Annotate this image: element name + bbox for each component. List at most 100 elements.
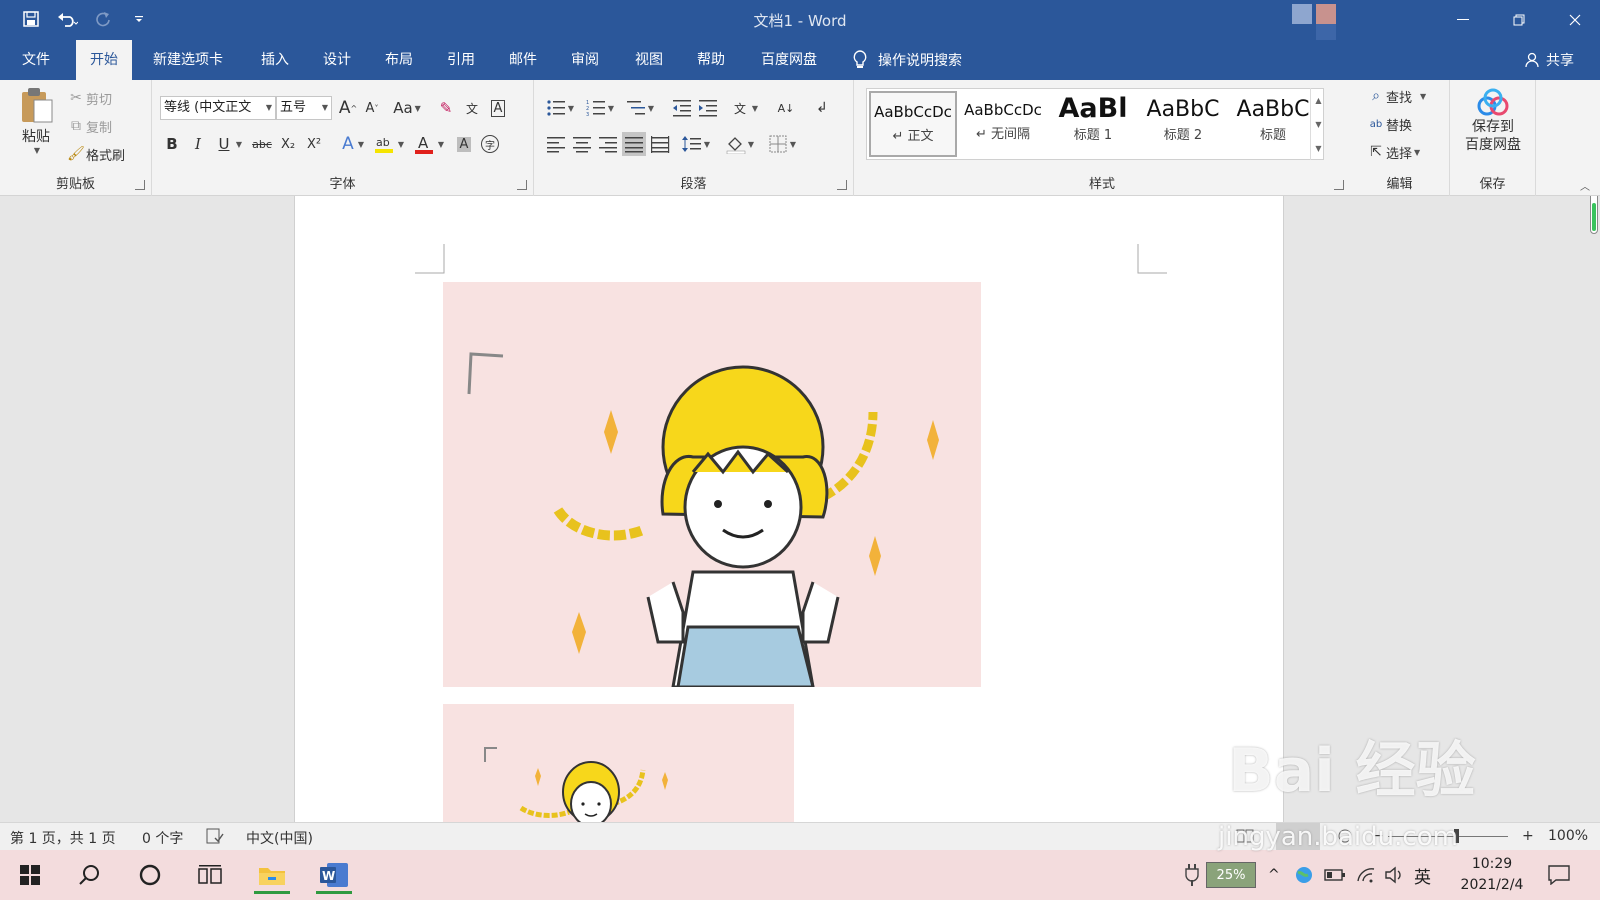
tab-baidu-netdisk[interactable]: 百度网盘: [747, 40, 831, 80]
windows-start-icon[interactable]: [8, 856, 52, 894]
chevron-down-icon[interactable]: ▼: [394, 132, 406, 156]
tab-home[interactable]: 开始: [76, 40, 132, 80]
phonetic-guide-icon[interactable]: 文: [460, 96, 484, 120]
file-explorer-icon[interactable]: [250, 856, 294, 894]
inserted-picture-small[interactable]: [443, 704, 794, 822]
align-left-icon[interactable]: [544, 132, 568, 156]
ime-indicator[interactable]: 英: [1414, 850, 1431, 900]
style-heading-1[interactable]: AaBl 标题 1: [1049, 91, 1137, 157]
chevron-down-icon[interactable]: ▼: [1315, 120, 1321, 129]
save-to-netdisk-button[interactable]: 保存到 百度网盘: [1458, 88, 1528, 154]
gallery-more-icon[interactable]: ▼: [1315, 144, 1321, 153]
character-shading-icon[interactable]: A: [452, 132, 476, 156]
change-case-button[interactable]: Aa ▼: [390, 96, 424, 120]
grow-font-button[interactable]: A ^: [336, 96, 360, 120]
bold-button[interactable]: B: [160, 132, 184, 156]
notifications-icon[interactable]: [1548, 850, 1570, 900]
chevron-down-icon[interactable]: ▼: [748, 96, 760, 120]
battery-indicator[interactable]: 25%: [1206, 862, 1256, 888]
inserted-picture[interactable]: [443, 282, 981, 687]
chevron-down-icon[interactable]: ▼: [564, 96, 576, 120]
language-indicator[interactable]: 中文(中国): [246, 828, 313, 848]
tab-help[interactable]: 帮助: [683, 40, 739, 80]
wifi-icon[interactable]: [1356, 850, 1376, 900]
align-right-icon[interactable]: [596, 132, 620, 156]
tab-view[interactable]: 视图: [621, 40, 677, 80]
superscript-button[interactable]: X²: [302, 132, 326, 156]
sort-icon[interactable]: A↓: [774, 96, 798, 120]
tab-layout[interactable]: 布局: [371, 40, 427, 80]
font-name-combo[interactable]: 等线 (中文正文 ▼: [160, 96, 276, 120]
format-painter-button[interactable]: 🖌 格式刷: [66, 144, 125, 164]
tab-references[interactable]: 引用: [433, 40, 489, 80]
style-normal[interactable]: AaBbCcDc ↵ 正文: [869, 91, 957, 157]
style-title[interactable]: AaBbC 标题: [1229, 91, 1317, 157]
style-heading-2[interactable]: AaBbC 标题 2: [1139, 91, 1227, 157]
word-count[interactable]: 0 个字: [142, 828, 183, 848]
increase-indent-icon[interactable]: [696, 96, 720, 120]
word-app-icon[interactable]: W: [312, 856, 356, 894]
decrease-indent-icon[interactable]: [670, 96, 694, 120]
clear-formatting-icon[interactable]: ✎: [434, 96, 458, 120]
tab-review[interactable]: 审阅: [557, 40, 613, 80]
copy-button[interactable]: ⧉ 复制: [66, 116, 112, 136]
proofing-icon[interactable]: [206, 828, 224, 848]
dialog-launcher-icon[interactable]: [517, 180, 527, 190]
chevron-down-icon[interactable]: ▼: [786, 132, 798, 156]
enclose-characters-icon[interactable]: 字: [478, 132, 502, 156]
task-view-icon[interactable]: [188, 856, 232, 894]
minimize-icon[interactable]: [1448, 6, 1478, 34]
select-button[interactable]: ⇱ 选择 ▼: [1366, 142, 1420, 162]
system-clock[interactable]: 10:29 2021/2/4: [1452, 854, 1532, 896]
font-size-combo[interactable]: 五号 ▼: [276, 96, 332, 120]
chevron-down-icon[interactable]: ▼: [700, 132, 712, 156]
tab-insert[interactable]: 插入: [247, 40, 303, 80]
cortana-icon[interactable]: [128, 856, 172, 894]
chevron-down-icon[interactable]: ▼: [744, 132, 756, 156]
chevron-down-icon[interactable]: ▼: [644, 96, 656, 120]
shrink-font-button[interactable]: A ˅: [360, 96, 384, 120]
restore-icon[interactable]: [1504, 6, 1534, 34]
paste-button[interactable]: 粘贴 ▼: [16, 86, 56, 155]
zoom-level[interactable]: 100%: [1548, 828, 1588, 844]
show-marks-icon[interactable]: ↲: [810, 96, 834, 120]
chevron-down-icon[interactable]: ▼: [232, 132, 244, 156]
chevron-down-icon[interactable]: ▼: [354, 132, 366, 156]
font-color-button[interactable]: A: [412, 132, 436, 156]
chevron-down-icon[interactable]: ▼: [434, 132, 446, 156]
share-button[interactable]: 共享: [1524, 40, 1574, 80]
chevron-down-icon[interactable]: ▼: [604, 96, 616, 120]
search-icon[interactable]: [68, 856, 112, 894]
tab-mailings[interactable]: 邮件: [495, 40, 551, 80]
highlight-button[interactable]: ab: [372, 132, 396, 156]
cut-button[interactable]: ✂ 剪切: [66, 88, 112, 108]
find-button[interactable]: ⌕ 查找 ▼: [1366, 86, 1426, 106]
character-border-icon[interactable]: A: [486, 96, 510, 120]
tell-me-search[interactable]: 操作说明搜索: [852, 40, 962, 80]
subscript-button[interactable]: X₂: [276, 132, 300, 156]
vertical-scrollbar[interactable]: [1590, 196, 1598, 234]
network-globe-icon[interactable]: [1294, 850, 1314, 900]
justify-icon[interactable]: [622, 132, 646, 156]
dialog-launcher-icon[interactable]: [1334, 180, 1344, 190]
page-count[interactable]: 第 1 页，共 1 页: [10, 828, 116, 848]
collapse-ribbon-icon[interactable]: ︿: [1580, 178, 1590, 193]
dialog-launcher-icon[interactable]: [135, 180, 145, 190]
dialog-launcher-icon[interactable]: [837, 180, 847, 190]
tab-design[interactable]: 设计: [309, 40, 365, 80]
align-center-icon[interactable]: [570, 132, 594, 156]
battery-icon[interactable]: [1324, 850, 1346, 900]
volume-icon[interactable]: [1384, 850, 1404, 900]
close-icon[interactable]: [1560, 6, 1590, 34]
power-plug-icon[interactable]: [1184, 850, 1200, 900]
tab-new-tab[interactable]: 新建选项卡: [139, 40, 237, 80]
replace-button[interactable]: ab 替换: [1366, 114, 1412, 134]
zoom-in-icon[interactable]: +: [1522, 828, 1534, 844]
chevron-up-icon[interactable]: ▲: [1315, 96, 1321, 105]
chevron-up-icon[interactable]: ^: [1268, 850, 1280, 900]
strikethrough-button[interactable]: abc: [250, 132, 274, 156]
distributed-icon[interactable]: [648, 132, 672, 156]
tab-file[interactable]: 文件: [8, 40, 64, 80]
italic-button[interactable]: I: [186, 132, 210, 156]
style-no-spacing[interactable]: AaBbCcDc ↵ 无间隔: [959, 91, 1047, 157]
